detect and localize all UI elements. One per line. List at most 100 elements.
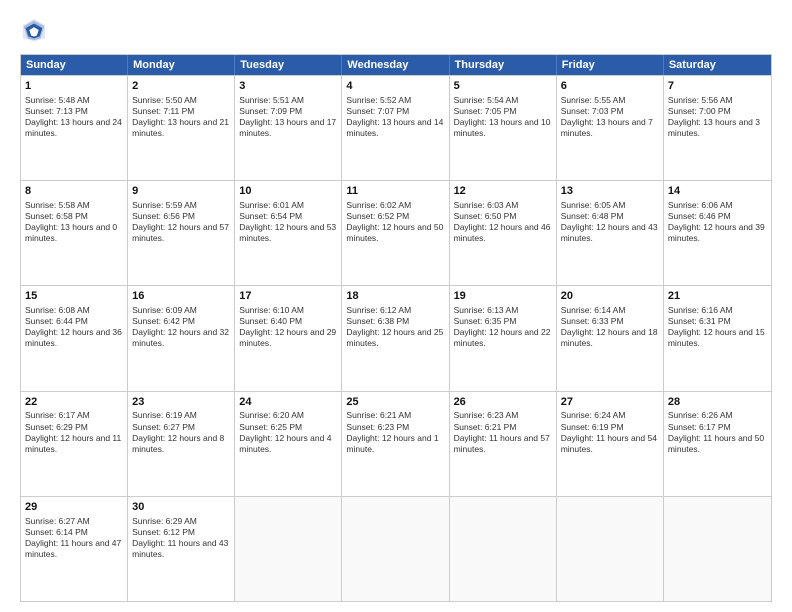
day-info: Sunrise: 6:12 AMSunset: 6:38 PMDaylight:… <box>346 305 444 349</box>
day-number: 7 <box>668 79 767 94</box>
calendar-cell <box>450 497 557 601</box>
day-number: 25 <box>346 395 444 410</box>
calendar-cell: 6Sunrise: 5:55 AMSunset: 7:03 PMDaylight… <box>557 76 664 180</box>
day-info: Sunrise: 6:29 AMSunset: 6:12 PMDaylight:… <box>132 516 230 560</box>
day-number: 1 <box>25 79 123 94</box>
calendar-cell: 11Sunrise: 6:02 AMSunset: 6:52 PMDayligh… <box>342 181 449 285</box>
day-info: Sunrise: 6:19 AMSunset: 6:27 PMDaylight:… <box>132 410 230 454</box>
day-info: Sunrise: 5:54 AMSunset: 7:05 PMDaylight:… <box>454 95 552 139</box>
calendar-cell: 14Sunrise: 6:06 AMSunset: 6:46 PMDayligh… <box>664 181 771 285</box>
day-number: 3 <box>239 79 337 94</box>
day-number: 9 <box>132 184 230 199</box>
day-number: 23 <box>132 395 230 410</box>
day-info: Sunrise: 6:06 AMSunset: 6:46 PMDaylight:… <box>668 200 767 244</box>
day-number: 10 <box>239 184 337 199</box>
day-info: Sunrise: 6:27 AMSunset: 6:14 PMDaylight:… <box>25 516 123 560</box>
calendar-body: 1Sunrise: 5:48 AMSunset: 7:13 PMDaylight… <box>21 75 771 601</box>
day-info: Sunrise: 6:05 AMSunset: 6:48 PMDaylight:… <box>561 200 659 244</box>
day-number: 27 <box>561 395 659 410</box>
calendar-row: 22Sunrise: 6:17 AMSunset: 6:29 PMDayligh… <box>21 391 771 496</box>
calendar-cell: 28Sunrise: 6:26 AMSunset: 6:17 PMDayligh… <box>664 392 771 496</box>
day-info: Sunrise: 6:03 AMSunset: 6:50 PMDaylight:… <box>454 200 552 244</box>
day-number: 20 <box>561 289 659 304</box>
calendar-row: 1Sunrise: 5:48 AMSunset: 7:13 PMDaylight… <box>21 75 771 180</box>
header-day: Sunday <box>21 55 128 75</box>
day-info: Sunrise: 6:16 AMSunset: 6:31 PMDaylight:… <box>668 305 767 349</box>
day-info: Sunrise: 6:20 AMSunset: 6:25 PMDaylight:… <box>239 410 337 454</box>
calendar-header: SundayMondayTuesdayWednesdayThursdayFrid… <box>21 55 771 75</box>
calendar-cell: 17Sunrise: 6:10 AMSunset: 6:40 PMDayligh… <box>235 286 342 390</box>
calendar-cell: 12Sunrise: 6:03 AMSunset: 6:50 PMDayligh… <box>450 181 557 285</box>
day-number: 5 <box>454 79 552 94</box>
calendar-cell <box>342 497 449 601</box>
calendar-row: 15Sunrise: 6:08 AMSunset: 6:44 PMDayligh… <box>21 285 771 390</box>
day-number: 8 <box>25 184 123 199</box>
calendar-cell: 16Sunrise: 6:09 AMSunset: 6:42 PMDayligh… <box>128 286 235 390</box>
calendar-cell: 23Sunrise: 6:19 AMSunset: 6:27 PMDayligh… <box>128 392 235 496</box>
day-info: Sunrise: 6:02 AMSunset: 6:52 PMDaylight:… <box>346 200 444 244</box>
calendar-cell: 10Sunrise: 6:01 AMSunset: 6:54 PMDayligh… <box>235 181 342 285</box>
day-info: Sunrise: 6:21 AMSunset: 6:23 PMDaylight:… <box>346 410 444 454</box>
day-info: Sunrise: 5:51 AMSunset: 7:09 PMDaylight:… <box>239 95 337 139</box>
day-info: Sunrise: 6:24 AMSunset: 6:19 PMDaylight:… <box>561 410 659 454</box>
calendar-cell: 2Sunrise: 5:50 AMSunset: 7:11 PMDaylight… <box>128 76 235 180</box>
calendar-row: 8Sunrise: 5:58 AMSunset: 6:58 PMDaylight… <box>21 180 771 285</box>
calendar-cell: 25Sunrise: 6:21 AMSunset: 6:23 PMDayligh… <box>342 392 449 496</box>
day-info: Sunrise: 6:01 AMSunset: 6:54 PMDaylight:… <box>239 200 337 244</box>
header-day: Monday <box>128 55 235 75</box>
calendar-cell: 24Sunrise: 6:20 AMSunset: 6:25 PMDayligh… <box>235 392 342 496</box>
calendar-cell: 18Sunrise: 6:12 AMSunset: 6:38 PMDayligh… <box>342 286 449 390</box>
day-info: Sunrise: 6:14 AMSunset: 6:33 PMDaylight:… <box>561 305 659 349</box>
calendar-cell <box>235 497 342 601</box>
calendar-cell <box>664 497 771 601</box>
calendar: SundayMondayTuesdayWednesdayThursdayFrid… <box>20 54 772 602</box>
calendar-cell: 21Sunrise: 6:16 AMSunset: 6:31 PMDayligh… <box>664 286 771 390</box>
day-number: 2 <box>132 79 230 94</box>
day-number: 26 <box>454 395 552 410</box>
header <box>20 16 772 44</box>
day-info: Sunrise: 5:58 AMSunset: 6:58 PMDaylight:… <box>25 200 123 244</box>
calendar-cell: 3Sunrise: 5:51 AMSunset: 7:09 PMDaylight… <box>235 76 342 180</box>
day-info: Sunrise: 6:10 AMSunset: 6:40 PMDaylight:… <box>239 305 337 349</box>
day-info: Sunrise: 5:59 AMSunset: 6:56 PMDaylight:… <box>132 200 230 244</box>
day-number: 15 <box>25 289 123 304</box>
day-info: Sunrise: 5:50 AMSunset: 7:11 PMDaylight:… <box>132 95 230 139</box>
logo-icon <box>20 16 48 44</box>
day-info: Sunrise: 6:13 AMSunset: 6:35 PMDaylight:… <box>454 305 552 349</box>
day-number: 11 <box>346 184 444 199</box>
header-day: Saturday <box>664 55 771 75</box>
calendar-cell: 9Sunrise: 5:59 AMSunset: 6:56 PMDaylight… <box>128 181 235 285</box>
calendar-cell: 22Sunrise: 6:17 AMSunset: 6:29 PMDayligh… <box>21 392 128 496</box>
day-info: Sunrise: 5:52 AMSunset: 7:07 PMDaylight:… <box>346 95 444 139</box>
page: SundayMondayTuesdayWednesdayThursdayFrid… <box>0 0 792 612</box>
day-number: 19 <box>454 289 552 304</box>
logo <box>20 16 52 44</box>
day-number: 14 <box>668 184 767 199</box>
calendar-cell: 5Sunrise: 5:54 AMSunset: 7:05 PMDaylight… <box>450 76 557 180</box>
day-number: 24 <box>239 395 337 410</box>
day-number: 6 <box>561 79 659 94</box>
day-info: Sunrise: 6:08 AMSunset: 6:44 PMDaylight:… <box>25 305 123 349</box>
calendar-cell: 19Sunrise: 6:13 AMSunset: 6:35 PMDayligh… <box>450 286 557 390</box>
day-number: 29 <box>25 500 123 515</box>
header-day: Wednesday <box>342 55 449 75</box>
day-number: 16 <box>132 289 230 304</box>
day-info: Sunrise: 5:48 AMSunset: 7:13 PMDaylight:… <box>25 95 123 139</box>
calendar-cell: 30Sunrise: 6:29 AMSunset: 6:12 PMDayligh… <box>128 497 235 601</box>
calendar-cell: 15Sunrise: 6:08 AMSunset: 6:44 PMDayligh… <box>21 286 128 390</box>
calendar-cell: 4Sunrise: 5:52 AMSunset: 7:07 PMDaylight… <box>342 76 449 180</box>
day-info: Sunrise: 6:26 AMSunset: 6:17 PMDaylight:… <box>668 410 767 454</box>
calendar-row: 29Sunrise: 6:27 AMSunset: 6:14 PMDayligh… <box>21 496 771 601</box>
calendar-cell: 29Sunrise: 6:27 AMSunset: 6:14 PMDayligh… <box>21 497 128 601</box>
header-day: Thursday <box>450 55 557 75</box>
calendar-cell: 20Sunrise: 6:14 AMSunset: 6:33 PMDayligh… <box>557 286 664 390</box>
calendar-cell: 26Sunrise: 6:23 AMSunset: 6:21 PMDayligh… <box>450 392 557 496</box>
calendar-cell: 7Sunrise: 5:56 AMSunset: 7:00 PMDaylight… <box>664 76 771 180</box>
day-number: 13 <box>561 184 659 199</box>
day-info: Sunrise: 6:09 AMSunset: 6:42 PMDaylight:… <box>132 305 230 349</box>
day-info: Sunrise: 6:23 AMSunset: 6:21 PMDaylight:… <box>454 410 552 454</box>
day-info: Sunrise: 5:56 AMSunset: 7:00 PMDaylight:… <box>668 95 767 139</box>
calendar-cell: 13Sunrise: 6:05 AMSunset: 6:48 PMDayligh… <box>557 181 664 285</box>
calendar-cell <box>557 497 664 601</box>
day-number: 17 <box>239 289 337 304</box>
